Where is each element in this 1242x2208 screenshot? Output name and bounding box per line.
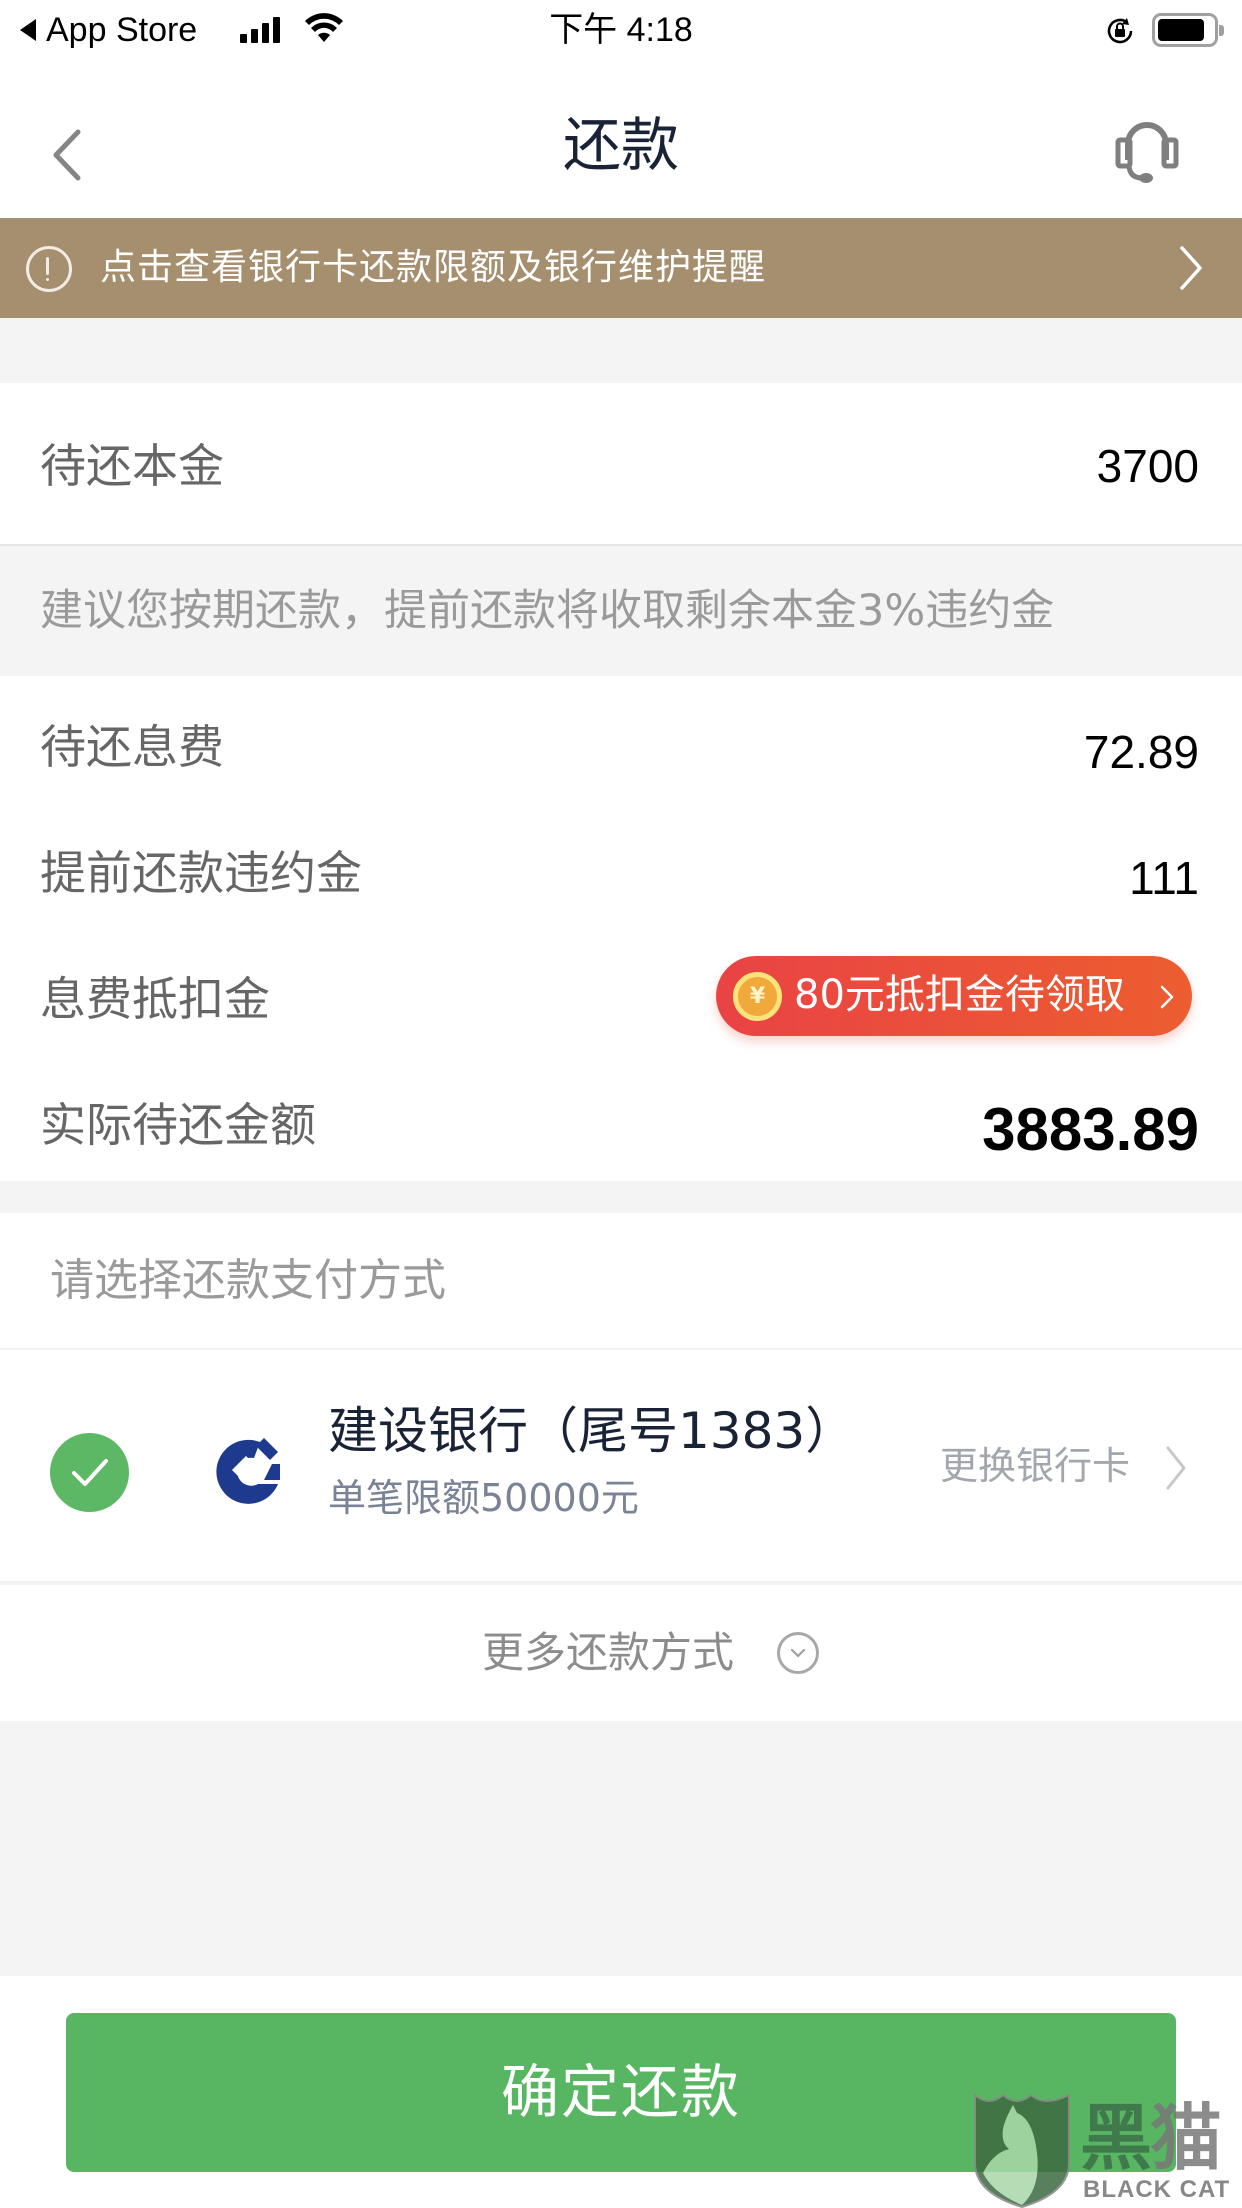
- principal-row: 待还本金 3700: [0, 383, 1242, 546]
- payment-method-header: 请选择还款支付方式: [0, 1213, 1242, 1350]
- banner-text: 点击查看银行卡还款限额及银行维护提醒: [100, 247, 767, 288]
- prepayment-hint: 建议您按期还款，提前还款将收取剩余本金3%违约金: [0, 548, 1242, 676]
- bank-name: 建设银行（尾号1383）: [328, 1402, 856, 1460]
- change-card-link[interactable]: 更换银行卡: [940, 1442, 1130, 1490]
- bank-card-option[interactable]: 建设银行（尾号1383） 单笔限额50000元 更换银行卡: [0, 1350, 1242, 1583]
- repayment-details: 待还息费 72.89 提前还款违约金 111 息费抵扣金 ¥ 80元抵扣金待领取…: [0, 676, 1242, 1181]
- bank-limit-notice-banner[interactable]: 点击查看银行卡还款限额及银行维护提醒: [0, 218, 1242, 318]
- page-title: 还款: [562, 111, 679, 179]
- chevron-right-icon: [1160, 985, 1174, 1009]
- more-payment-methods-label: 更多还款方式: [482, 1628, 735, 1677]
- watermark-cn-2: 猫: [1150, 2096, 1222, 2180]
- ccb-bank-logo-icon: [216, 1438, 280, 1504]
- claim-coupon-label: 80元抵扣金待领取: [794, 972, 1125, 1018]
- prepayment-hint-text: 建议您按期还款，提前还款将收取剩余本金3%违约金: [40, 586, 1055, 636]
- watermark-cn-1: 黑: [1080, 2096, 1152, 2180]
- chevron-right-icon: [1180, 246, 1202, 290]
- total-due-row: 实际待还金额 3883.89: [0, 1062, 1242, 1188]
- chevron-right-icon[interactable]: [1160, 1442, 1190, 1494]
- interest-fee-label: 待还息费: [40, 720, 224, 774]
- black-cat-shield-icon: [974, 2093, 1070, 2208]
- coin-icon: ¥: [733, 972, 782, 1021]
- status-bar: App Store 下午 4:18: [0, 0, 1242, 60]
- claim-coupon-button[interactable]: ¥ 80元抵扣金待领取: [716, 956, 1192, 1036]
- headset-icon[interactable]: [1108, 118, 1186, 188]
- watermark-logo-text: 黑猫: [1080, 2096, 1222, 2180]
- principal-label: 待还本金: [40, 439, 224, 493]
- penalty-row: 提前还款违约金 111: [0, 810, 1242, 936]
- chevron-down-circle-icon: [777, 1632, 819, 1674]
- principal-value: 3700: [1096, 440, 1199, 492]
- payment-method-title: 请选择还款支付方式: [50, 1255, 446, 1306]
- total-due-label: 实际待还金额: [40, 1098, 316, 1152]
- nav-bar: 还款: [0, 60, 1242, 218]
- clock: 下午 4:18: [549, 11, 693, 49]
- penalty-label: 提前还款违约金: [40, 846, 362, 900]
- interest-fee-value: 72.89: [1083, 726, 1199, 778]
- fee-deduction-row: 息费抵扣金 ¥ 80元抵扣金待领取: [0, 936, 1242, 1062]
- bank-limit: 单笔限额50000元: [328, 1476, 639, 1520]
- penalty-value: 111: [1129, 852, 1199, 904]
- total-due-value: 3883.89: [982, 1096, 1199, 1163]
- selected-check-icon[interactable]: [50, 1433, 129, 1512]
- battery-icon: [1152, 13, 1224, 47]
- more-payment-methods[interactable]: 更多还款方式: [0, 1585, 1242, 1721]
- watermark-en-text: BLACK CAT: [1083, 2176, 1231, 2203]
- alert-circle-icon: [26, 246, 72, 292]
- fee-deduction-label: 息费抵扣金: [40, 972, 270, 1026]
- rotation-lock-icon: [1107, 18, 1133, 44]
- interest-fee-row: 待还息费 72.89: [0, 684, 1242, 810]
